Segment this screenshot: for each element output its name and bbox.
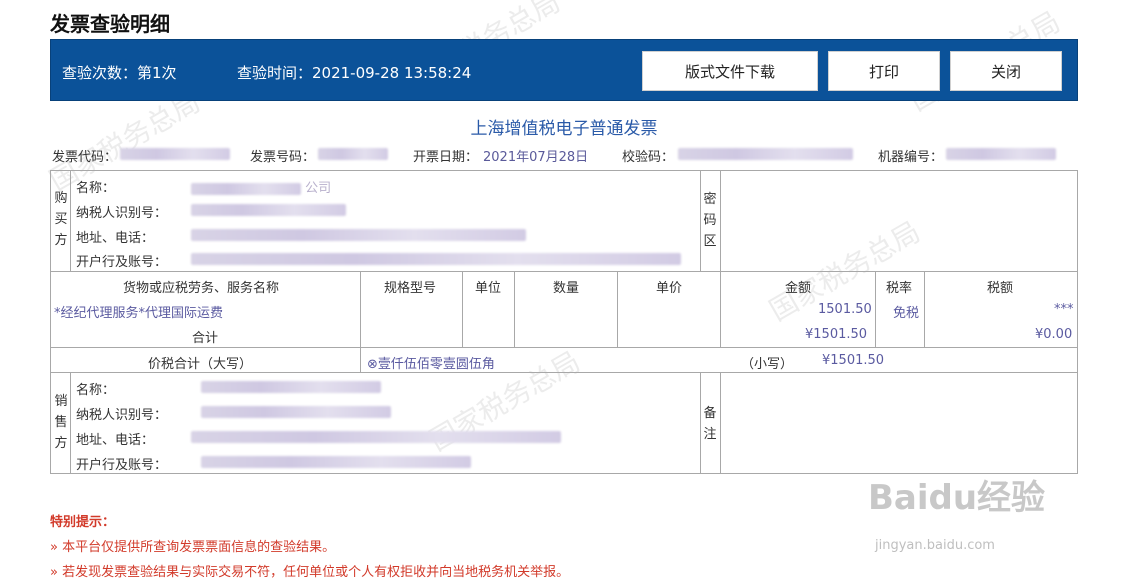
seller-label: 销售方: [54, 394, 68, 451]
invoice-code-label: 发票代码：: [52, 150, 118, 165]
total-uppercase: ⊗壹仟伍佰零壹圆伍角: [367, 357, 495, 372]
price-header: 单价: [656, 281, 683, 296]
item-amount: 1501.50: [818, 302, 872, 317]
subtotal-label: 合计: [192, 331, 219, 346]
invoice-number-label: 发票号码：: [250, 150, 316, 165]
machine-number-value: [946, 146, 1056, 161]
item-goods: *经纪代理服务*代理国际运费: [54, 306, 224, 321]
seller-bank-label: 开户行及账号：: [76, 458, 168, 473]
invoice-header-row: 发票代码： 发票号码： 开票日期： 2021年07月28日 校验码： 机器编号：: [50, 146, 1078, 166]
buyer-name-value: 公司: [191, 177, 331, 196]
invoice-table: 购买方 名称： 公司 纳税人识别号： 地址、电话： 开户行及账号： 密码区 货物…: [50, 170, 1078, 474]
issue-date-label: 开票日期：: [413, 150, 479, 165]
buyer-bank-label: 开户行及账号：: [76, 255, 168, 270]
notice-title: 特别提示：: [50, 515, 116, 530]
seller-name-value: [201, 379, 381, 394]
buyer-label: 购买方: [54, 191, 68, 248]
total-label: 价税合计（大写）: [148, 357, 253, 372]
subtotal-tax: ¥0.00: [1035, 327, 1073, 342]
tax-rate-header: 税率: [886, 281, 913, 296]
total-small-label: （小写）: [741, 357, 794, 372]
seller-bank-value: [201, 454, 471, 469]
issue-date-value: 2021年07月28日: [483, 150, 589, 165]
item-tax-rate: 免税: [893, 306, 920, 321]
buyer-bank-value: [191, 251, 681, 266]
seller-name-label: 名称：: [76, 383, 116, 398]
check-count: 查验次数：第1次: [62, 64, 177, 82]
invoice-number-value: [318, 146, 388, 161]
cipher-label: 密码区: [703, 192, 717, 249]
print-button[interactable]: 打印: [828, 51, 940, 91]
qty-header: 数量: [553, 281, 580, 296]
subtotal-amount: ¥1501.50: [805, 327, 868, 342]
seller-tax-id-label: 纳税人识别号：: [76, 408, 168, 423]
total-small-value: ¥1501.50: [822, 353, 885, 368]
invoice-code-value: [120, 146, 230, 161]
invoice-title: 上海增值税电子普通发票: [470, 119, 658, 139]
unit-header: 单位: [475, 281, 502, 296]
buyer-tax-id-value: [191, 202, 346, 217]
spec-header: 规格型号: [384, 281, 437, 296]
check-time: 查验时间：2021-09-28 13:58:24: [237, 64, 472, 82]
close-button[interactable]: 关闭: [950, 51, 1062, 91]
buyer-tax-id-label: 纳税人识别号：: [76, 206, 168, 221]
baidu-jingyan-url: jingyan.baidu.com: [875, 538, 995, 553]
notice-item: » 若发现发票查验结果与实际交易不符，任何单位或个人有权拒收并向当地税务机关举报…: [50, 565, 570, 580]
notice-item: » 本平台仅提供所查询发票票面信息的查验结果。: [50, 540, 336, 555]
amount-header: 金额: [785, 281, 812, 296]
seller-address-value: [191, 429, 561, 444]
item-tax: ***: [1054, 302, 1074, 317]
remark-label: 备注: [703, 406, 717, 442]
baidu-jingyan-logo: Baidu经验: [868, 478, 1046, 518]
machine-number-label: 机器编号：: [878, 150, 944, 165]
buyer-name-label: 名称：: [76, 181, 116, 196]
seller-tax-id-value: [201, 404, 391, 419]
goods-header: 货物或应税劳务、服务名称: [123, 281, 280, 296]
check-code-value: [678, 146, 853, 161]
buyer-address-label: 地址、电话：: [76, 231, 155, 246]
seller-address-label: 地址、电话：: [76, 433, 155, 448]
page-title: 发票查验明细: [50, 12, 170, 36]
download-layout-file-button[interactable]: 版式文件下载: [642, 51, 818, 91]
info-bar: 查验次数：第1次 查验时间：2021-09-28 13:58:24 版式文件下载…: [50, 39, 1078, 101]
buyer-address-value: [191, 227, 526, 242]
check-code-label: 校验码：: [622, 150, 675, 165]
tax-header: 税额: [987, 281, 1014, 296]
buyer-name-tail: 公司: [305, 181, 332, 196]
